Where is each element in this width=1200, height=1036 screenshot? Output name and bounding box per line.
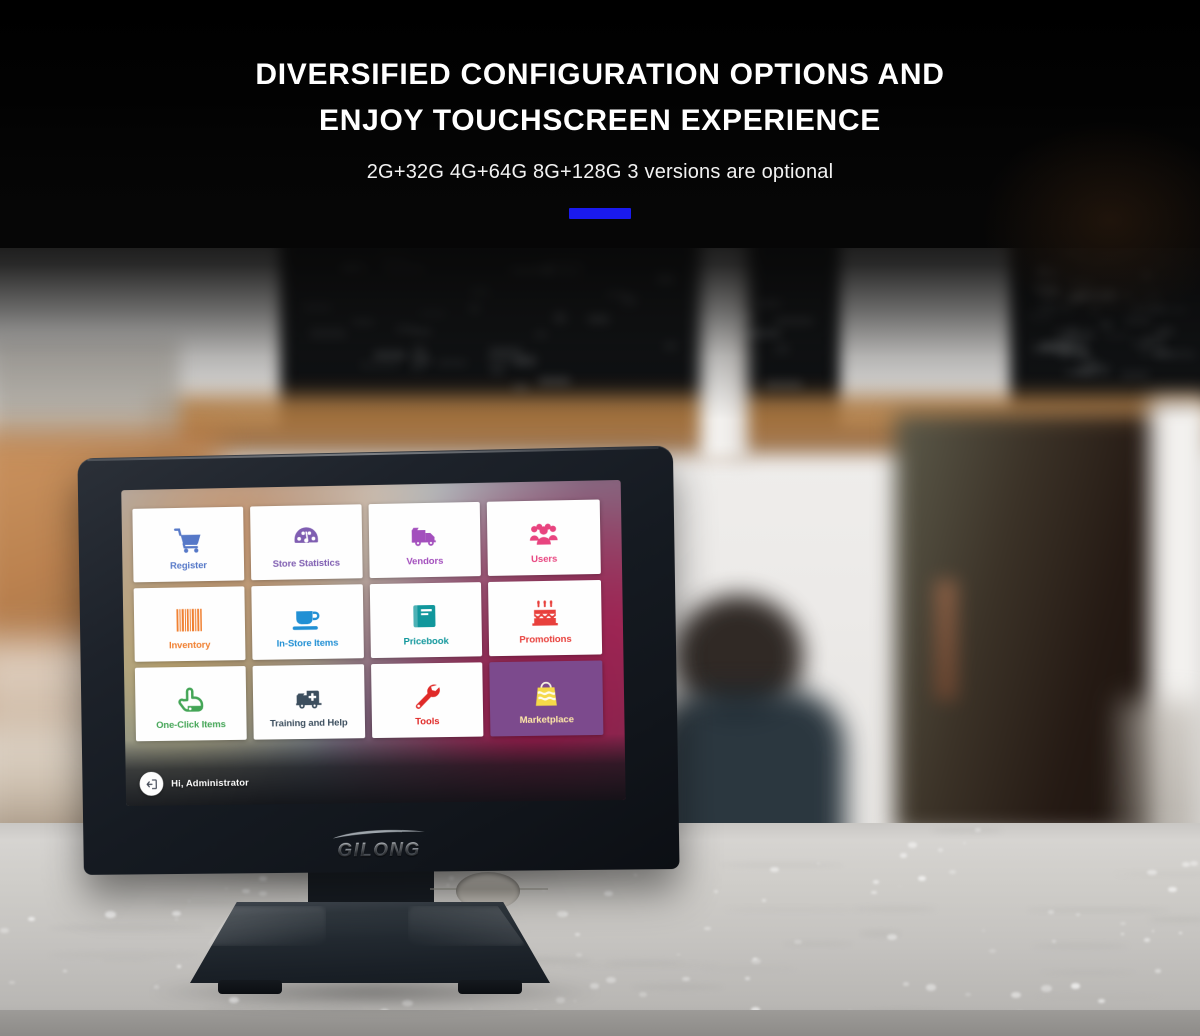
pos-tile-label: Promotions (519, 633, 572, 646)
pos-tile-label: Pricebook (403, 635, 449, 648)
pos-tile-label: Tools (415, 716, 440, 728)
barcode-icon (174, 599, 204, 635)
background-door-highlight (935, 580, 957, 700)
shopping-bag-icon (531, 673, 562, 710)
gauge-icon (291, 517, 321, 553)
brand-name: GILONG (337, 839, 421, 861)
pos-tile-label: In-Store Items (276, 637, 339, 650)
pos-tile-label: Store Statistics (272, 557, 340, 570)
pos-tile-tools[interactable]: Tools (370, 662, 484, 739)
headline-line-1: DIVERSIFIED CONFIGURATION OPTIONS AND (255, 58, 945, 91)
counter-front-edge (0, 1010, 1200, 1036)
pos-tile-label: Vendors (406, 555, 444, 568)
brand-plate: GILONG (83, 821, 679, 869)
pos-tile-label: Inventory (168, 639, 211, 652)
background-right-object (1120, 700, 1200, 840)
pos-tile-store-statistics[interactable]: Store Statistics (249, 504, 363, 581)
logout-arrow-icon[interactable] (139, 771, 164, 796)
pos-tile-label: Register (169, 560, 207, 572)
brand-logo: GILONG (331, 828, 427, 862)
pos-tile-one-click-items[interactable]: One-Click Items (134, 666, 247, 742)
headline-line-2: ENJOY TOUCHSCREEN EXPERIENCE (319, 104, 881, 137)
pos-tile-label: Training and Help (269, 717, 348, 730)
pointing-hand-icon (175, 679, 205, 715)
shopping-cart-icon (173, 519, 203, 555)
pos-tile-marketplace[interactable]: Marketplace (489, 660, 604, 737)
pos-tile-training-and-help[interactable]: Training and Help (252, 664, 365, 740)
stand-foot-right (458, 980, 522, 994)
page-subtitle: 2G+32G 4G+64G 8G+128G 3 versions are opt… (366, 161, 834, 183)
pos-screen[interactable]: Register Store Statistics Vendors Users … (121, 479, 626, 806)
pos-app-grid[interactable]: Register Store Statistics Vendors Users … (132, 499, 604, 742)
pos-tile-in-store-items[interactable]: In-Store Items (251, 584, 364, 660)
pos-tile-users[interactable]: Users (487, 499, 601, 576)
ambulance-icon (293, 677, 323, 713)
user-greeting-label: Hi, Administrator (171, 777, 249, 790)
page-title: DIVERSIFIED CONFIGURATION OPTIONS AND EN… (0, 52, 1200, 144)
pos-tile-register[interactable]: Register (132, 506, 245, 583)
user-status-bar[interactable]: Hi, Administrator (139, 771, 249, 796)
stand-foot-left (218, 980, 282, 994)
book-icon (410, 595, 441, 632)
birthday-cake-icon (530, 593, 561, 630)
pos-tile-label: One-Click Items (156, 719, 226, 732)
monitor-bezel: Register Store Statistics Vendors Users … (77, 445, 680, 875)
pos-tile-vendors[interactable]: Vendors (368, 501, 482, 579)
pos-tile-label: Users (531, 553, 558, 566)
banner-header: DIVERSIFIED CONFIGURATION OPTIONS AND EN… (0, 0, 1200, 219)
accent-underline (569, 208, 631, 219)
delivery-truck-icon (409, 515, 440, 552)
pos-touchscreen-monitor: Register Store Statistics Vendors Users … (77, 445, 680, 875)
coffee-cup-icon (292, 597, 322, 633)
pos-tile-promotions[interactable]: Promotions (488, 579, 603, 657)
wrench-icon (412, 675, 443, 711)
people-group-icon (528, 512, 559, 549)
monitor-stand (190, 862, 550, 1002)
product-banner: DIVERSIFIED CONFIGURATION OPTIONS AND EN… (0, 0, 1200, 1036)
pos-tile-pricebook[interactable]: Pricebook (369, 582, 483, 659)
stand-base-highlight-left (206, 906, 326, 946)
pos-tile-inventory[interactable]: Inventory (133, 586, 246, 662)
pos-tile-label: Marketplace (519, 714, 574, 727)
